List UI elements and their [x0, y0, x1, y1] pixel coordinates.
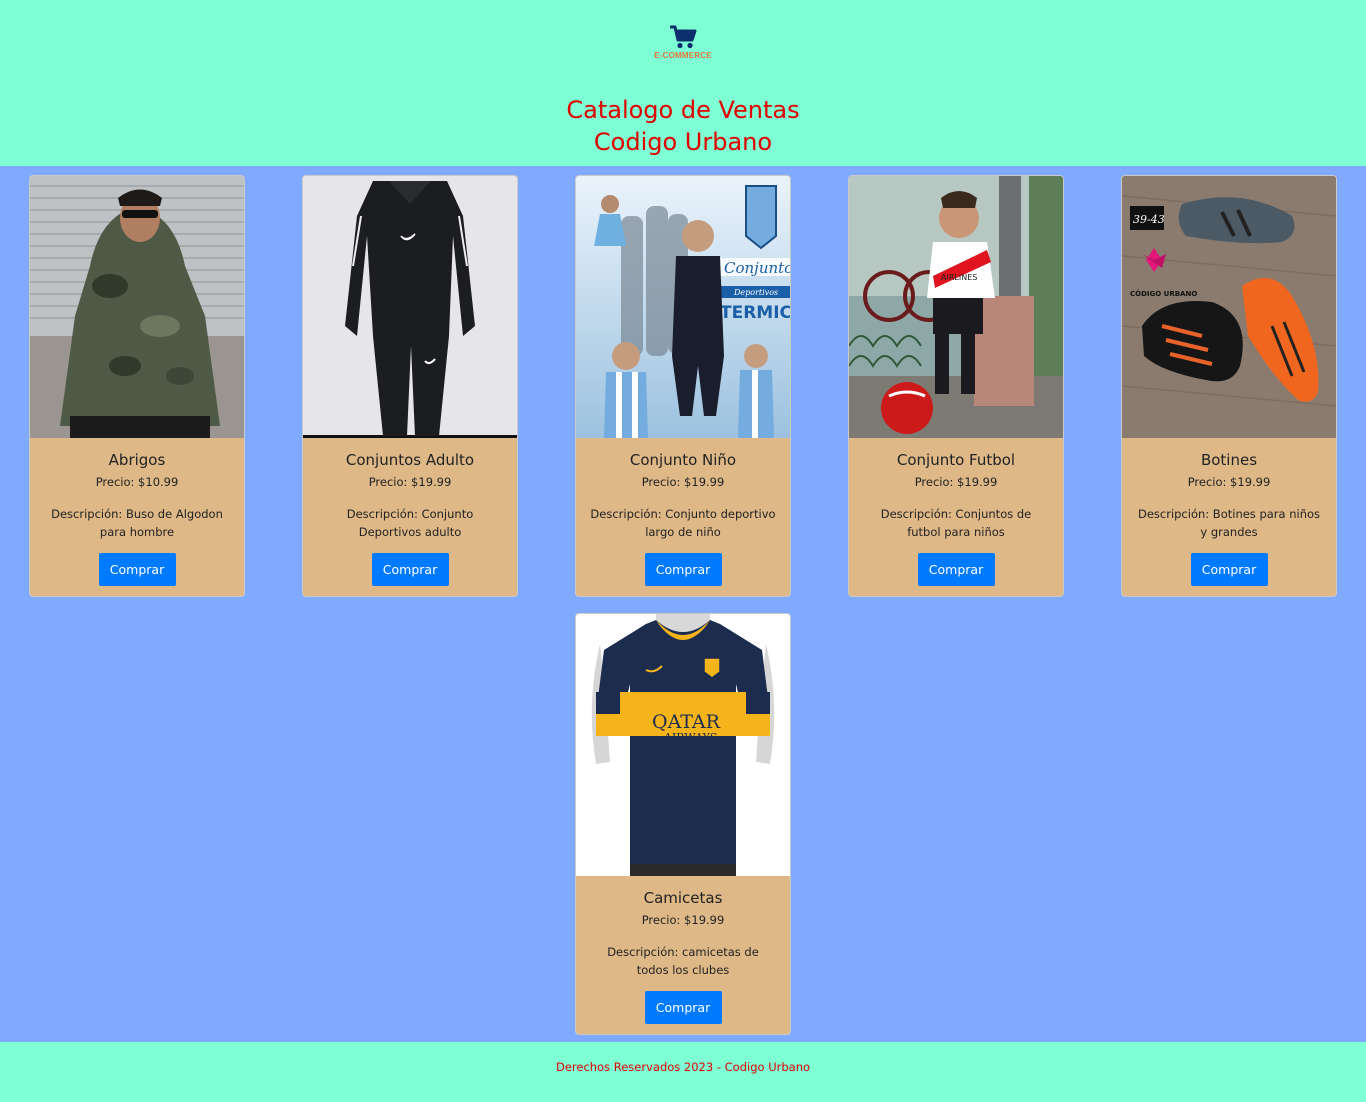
buy-button[interactable]: Comprar — [1190, 553, 1268, 586]
jersey-sponsor-text: QATAR — [652, 711, 721, 733]
jersey-sponsor-text: AIRWAYS — [663, 731, 717, 744]
buy-button[interactable]: Comprar — [98, 553, 176, 586]
product-description: Descripción: camicetas de todos los club… — [607, 945, 759, 977]
logo-text: E-COMMERCE — [654, 51, 712, 60]
buy-button[interactable]: Comprar — [917, 553, 995, 586]
product-price: Precio: $10.99 — [95, 475, 179, 489]
site-footer: Derechos Reservados 2023 - Codigo Urbano — [0, 1042, 1366, 1102]
ecommerce-logo[interactable]: E-COMMERCE — [648, 24, 718, 66]
product-image-boots: 39-43 CÓDIGO URBANO — [1122, 176, 1336, 438]
product-card: Conjuntos Deportivos TERMICOS Conjunto N… — [575, 175, 791, 597]
product-description: Descripción: Conjunto deportivo largo de… — [590, 507, 776, 539]
product-image-tracksuit — [303, 176, 517, 438]
brand-text: CÓDIGO URBANO — [1130, 289, 1197, 298]
buy-button[interactable]: Comprar — [644, 553, 722, 586]
product-image-jersey: QATAR AIRWAYS — [576, 614, 790, 876]
site-header: E-COMMERCE Catalogo de Ventas Codigo Urb… — [0, 0, 1366, 166]
product-name: Botines — [1200, 451, 1258, 469]
title-line-1: Catalogo de Ventas — [566, 96, 800, 124]
size-tag-text: 39-43 — [1133, 213, 1165, 226]
product-description: Descripción: Conjunto Deportivos adulto — [346, 507, 474, 539]
product-name: Conjunto Futbol — [896, 451, 1016, 469]
product-price: Precio: $19.99 — [368, 475, 452, 489]
banner-text: Deportivos — [733, 288, 778, 297]
product-price: Precio: $19.99 — [914, 475, 998, 489]
product-description: Descripción: Botines para niños y grande… — [1137, 507, 1321, 539]
product-image-kids-tracksuit: Conjuntos Deportivos TERMICOS — [576, 176, 790, 438]
product-name: Abrigos — [108, 451, 166, 469]
product-name: Conjunto Niño — [629, 451, 737, 469]
product-name: Conjuntos Adulto — [345, 451, 475, 469]
shopping-cart-icon — [670, 25, 697, 49]
buy-button[interactable]: Comprar — [644, 991, 722, 1024]
title-line-2: Codigo Urbano — [593, 128, 773, 156]
product-name: Camicetas — [643, 889, 723, 907]
product-description: Descripción: Buso de Algodon para hombre — [51, 507, 223, 539]
product-description: Descripción: Conjuntos de futbol para ni… — [880, 507, 1032, 539]
product-price: Precio: $19.99 — [1187, 475, 1271, 489]
product-image-hoodie — [30, 176, 244, 438]
product-card: QATAR AIRWAYS Camicetas Precio: $19.99 D… — [575, 613, 791, 1035]
banner-text: TERMICOS — [720, 303, 790, 323]
product-price: Precio: $19.99 — [641, 913, 725, 927]
product-card: Conjuntos Adulto Precio: $19.99 Descripc… — [302, 175, 518, 597]
product-card: AIRLINES Conjunto Futbol Precio: $19.99 … — [848, 175, 1064, 597]
product-card: 39-43 CÓDIGO URBANO Botines Precio: $19.… — [1121, 175, 1337, 597]
copyright-text: Derechos Reservados 2023 - Codigo Urbano — [555, 1060, 811, 1074]
product-image-kids-football-kit: AIRLINES — [849, 176, 1063, 438]
buy-button[interactable]: Comprar — [371, 553, 449, 586]
product-price: Precio: $19.99 — [641, 475, 725, 489]
shirt-text: AIRLINES — [941, 273, 977, 282]
product-card: Abrigos Precio: $10.99 Descripción: Buso… — [29, 175, 245, 597]
page-title: Catalogo de Ventas Codigo Urbano — [0, 94, 1366, 158]
banner-text: Conjuntos — [724, 259, 790, 277]
